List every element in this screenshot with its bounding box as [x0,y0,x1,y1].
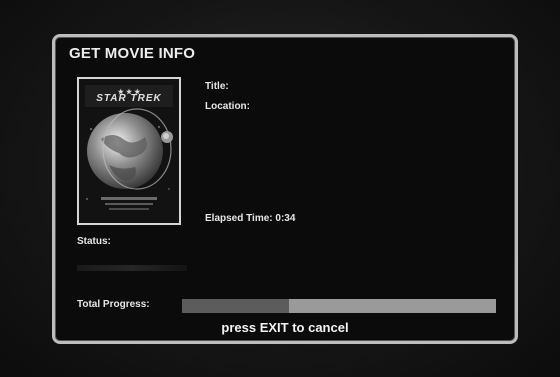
get-movie-info-dialog: GET MOVIE INFO ★ ★ ★ STAR TREK Title: Lo… [52,34,518,344]
movie-poster: ★ ★ ★ STAR TREK [77,77,181,225]
total-progress-fill [182,299,289,313]
total-progress-label: Total Progress: [77,299,150,310]
total-progress-bar [182,299,496,313]
status-label: Status: [77,236,111,247]
dialog-title: GET MOVIE INFO [69,45,196,62]
exit-hint: press EXIT to cancel [221,320,349,335]
title-label: Title: [205,81,229,92]
poster-title: STAR TREK [96,93,162,104]
status-value [77,265,187,271]
tv-screen: GET MOVIE INFO ★ ★ ★ STAR TREK Title: Lo… [0,0,560,377]
elapsed-time-label: Elapsed Time: 0:34 [205,213,296,224]
location-label: Location: [205,101,250,112]
